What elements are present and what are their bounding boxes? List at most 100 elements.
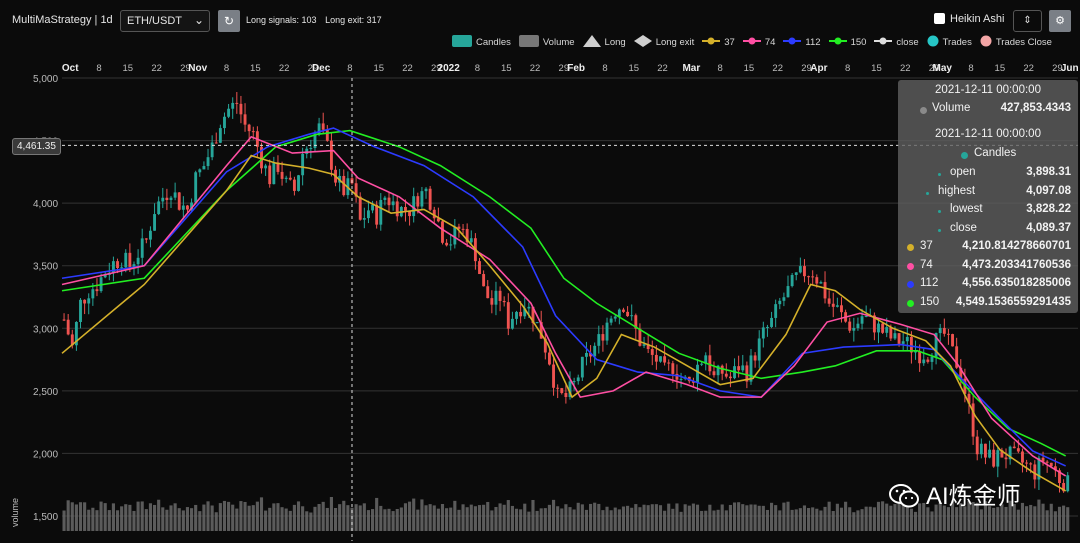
volume-bar xyxy=(358,505,362,531)
volume-bar xyxy=(74,504,78,531)
volume-bar xyxy=(502,504,506,531)
volume-bar xyxy=(819,510,823,531)
tooltip-ma112-row: 112 4,556.635018285006 xyxy=(898,277,1078,293)
x-tick-label: 22 xyxy=(151,63,162,74)
volume-bar xyxy=(728,504,732,531)
volume-bar xyxy=(638,507,642,531)
volume-bar xyxy=(416,509,420,531)
volume-bar xyxy=(477,505,482,531)
volume-bar xyxy=(239,501,243,531)
volume-bar xyxy=(564,504,568,531)
volume-bar xyxy=(264,510,268,531)
candle-body xyxy=(807,276,811,278)
volume-bar xyxy=(683,504,687,531)
x-tick-label: Jun xyxy=(1061,63,1079,74)
series-dot-icon xyxy=(938,228,941,232)
volume-bar xyxy=(510,505,514,531)
volume-bar xyxy=(301,506,305,531)
tooltip-highest-row: highest 4,097.08 xyxy=(898,185,1078,201)
x-tick-label: 22 xyxy=(657,63,668,74)
tooltip-candles-row: Candles xyxy=(898,147,1078,163)
candle-body xyxy=(1025,462,1029,464)
volume-bar xyxy=(724,510,728,531)
candle-body xyxy=(877,323,880,333)
volume-bar xyxy=(543,508,547,531)
candle-body xyxy=(379,199,383,225)
volume-bar xyxy=(66,500,70,531)
candle-body xyxy=(157,201,161,215)
x-tick-label: 22 xyxy=(279,63,290,74)
volume-bar xyxy=(646,505,650,531)
candle-body xyxy=(243,114,247,125)
candle-body xyxy=(922,359,926,364)
candle-body xyxy=(284,177,288,179)
volume-bar xyxy=(753,504,757,531)
volume-bar xyxy=(815,508,819,531)
candle-body xyxy=(1012,446,1016,449)
candle-body xyxy=(391,201,395,206)
candle-body xyxy=(897,333,901,344)
volume-bar xyxy=(412,498,416,531)
candle-body xyxy=(893,333,897,339)
candle-body xyxy=(905,336,909,342)
tooltip-ohlc-label: open xyxy=(950,166,976,178)
candle-body xyxy=(198,169,202,173)
volume-bar xyxy=(506,500,510,531)
volume-bar xyxy=(712,510,716,531)
volume-bar xyxy=(469,504,473,531)
candle-body xyxy=(292,179,296,191)
volume-bar xyxy=(617,509,621,531)
volume-bar xyxy=(272,503,276,531)
candle-body xyxy=(218,128,222,143)
wechat-icon xyxy=(889,484,919,508)
volume-bar xyxy=(782,502,786,531)
volume-bar xyxy=(658,505,663,531)
candle-body xyxy=(91,289,95,299)
candle-body xyxy=(1045,461,1049,463)
volume-bar xyxy=(1020,502,1025,531)
candle-body xyxy=(601,334,605,341)
candle-body xyxy=(671,363,675,374)
volume-bar xyxy=(62,510,66,531)
volume-bar xyxy=(366,510,371,531)
x-tick-label: 8 xyxy=(968,63,973,74)
volume-bar xyxy=(560,508,564,531)
candle-body xyxy=(177,192,181,210)
candle-body xyxy=(794,272,798,275)
candle-body xyxy=(62,319,66,321)
candle-body xyxy=(371,204,374,211)
volume-bar xyxy=(831,511,835,531)
volume-bar xyxy=(605,506,609,531)
volume-bar xyxy=(486,501,490,531)
x-tick-label: 15 xyxy=(501,63,512,74)
candle-body xyxy=(979,443,983,455)
watermark-text: AI炼金师 xyxy=(926,483,1021,510)
candle-body xyxy=(786,286,790,298)
candle-body xyxy=(214,142,218,144)
tooltip-ma-value: 4,210.814278660701 xyxy=(962,240,1071,252)
candle-body xyxy=(140,238,144,258)
volume-bar xyxy=(630,507,634,531)
candle-body xyxy=(383,197,387,200)
candle-body xyxy=(120,267,124,269)
tooltip-ma74-row: 74 4,473.203341760536 xyxy=(898,259,1078,275)
tooltip-volume-row: Volume 427,853.4343 xyxy=(898,102,1078,118)
candle-body xyxy=(984,443,987,458)
candle-body xyxy=(231,102,235,109)
volume-bar xyxy=(1045,510,1049,531)
candle-body xyxy=(1021,451,1024,463)
volume-bar xyxy=(844,501,848,531)
volume-bar xyxy=(650,504,654,531)
volume-bar xyxy=(235,508,239,531)
volume-bar xyxy=(539,508,543,531)
volume-bar xyxy=(333,507,338,531)
candle-body xyxy=(494,290,498,305)
candle-body xyxy=(572,381,576,383)
tooltip-ma-value: 4,473.203341760536 xyxy=(962,258,1071,271)
tooltip-candles-label: Candles xyxy=(974,147,1017,159)
x-tick-label: Oct xyxy=(62,63,79,74)
volume-bar xyxy=(379,505,383,531)
candle-body xyxy=(83,299,87,304)
candle-body xyxy=(580,356,584,378)
candle-body xyxy=(667,362,671,364)
